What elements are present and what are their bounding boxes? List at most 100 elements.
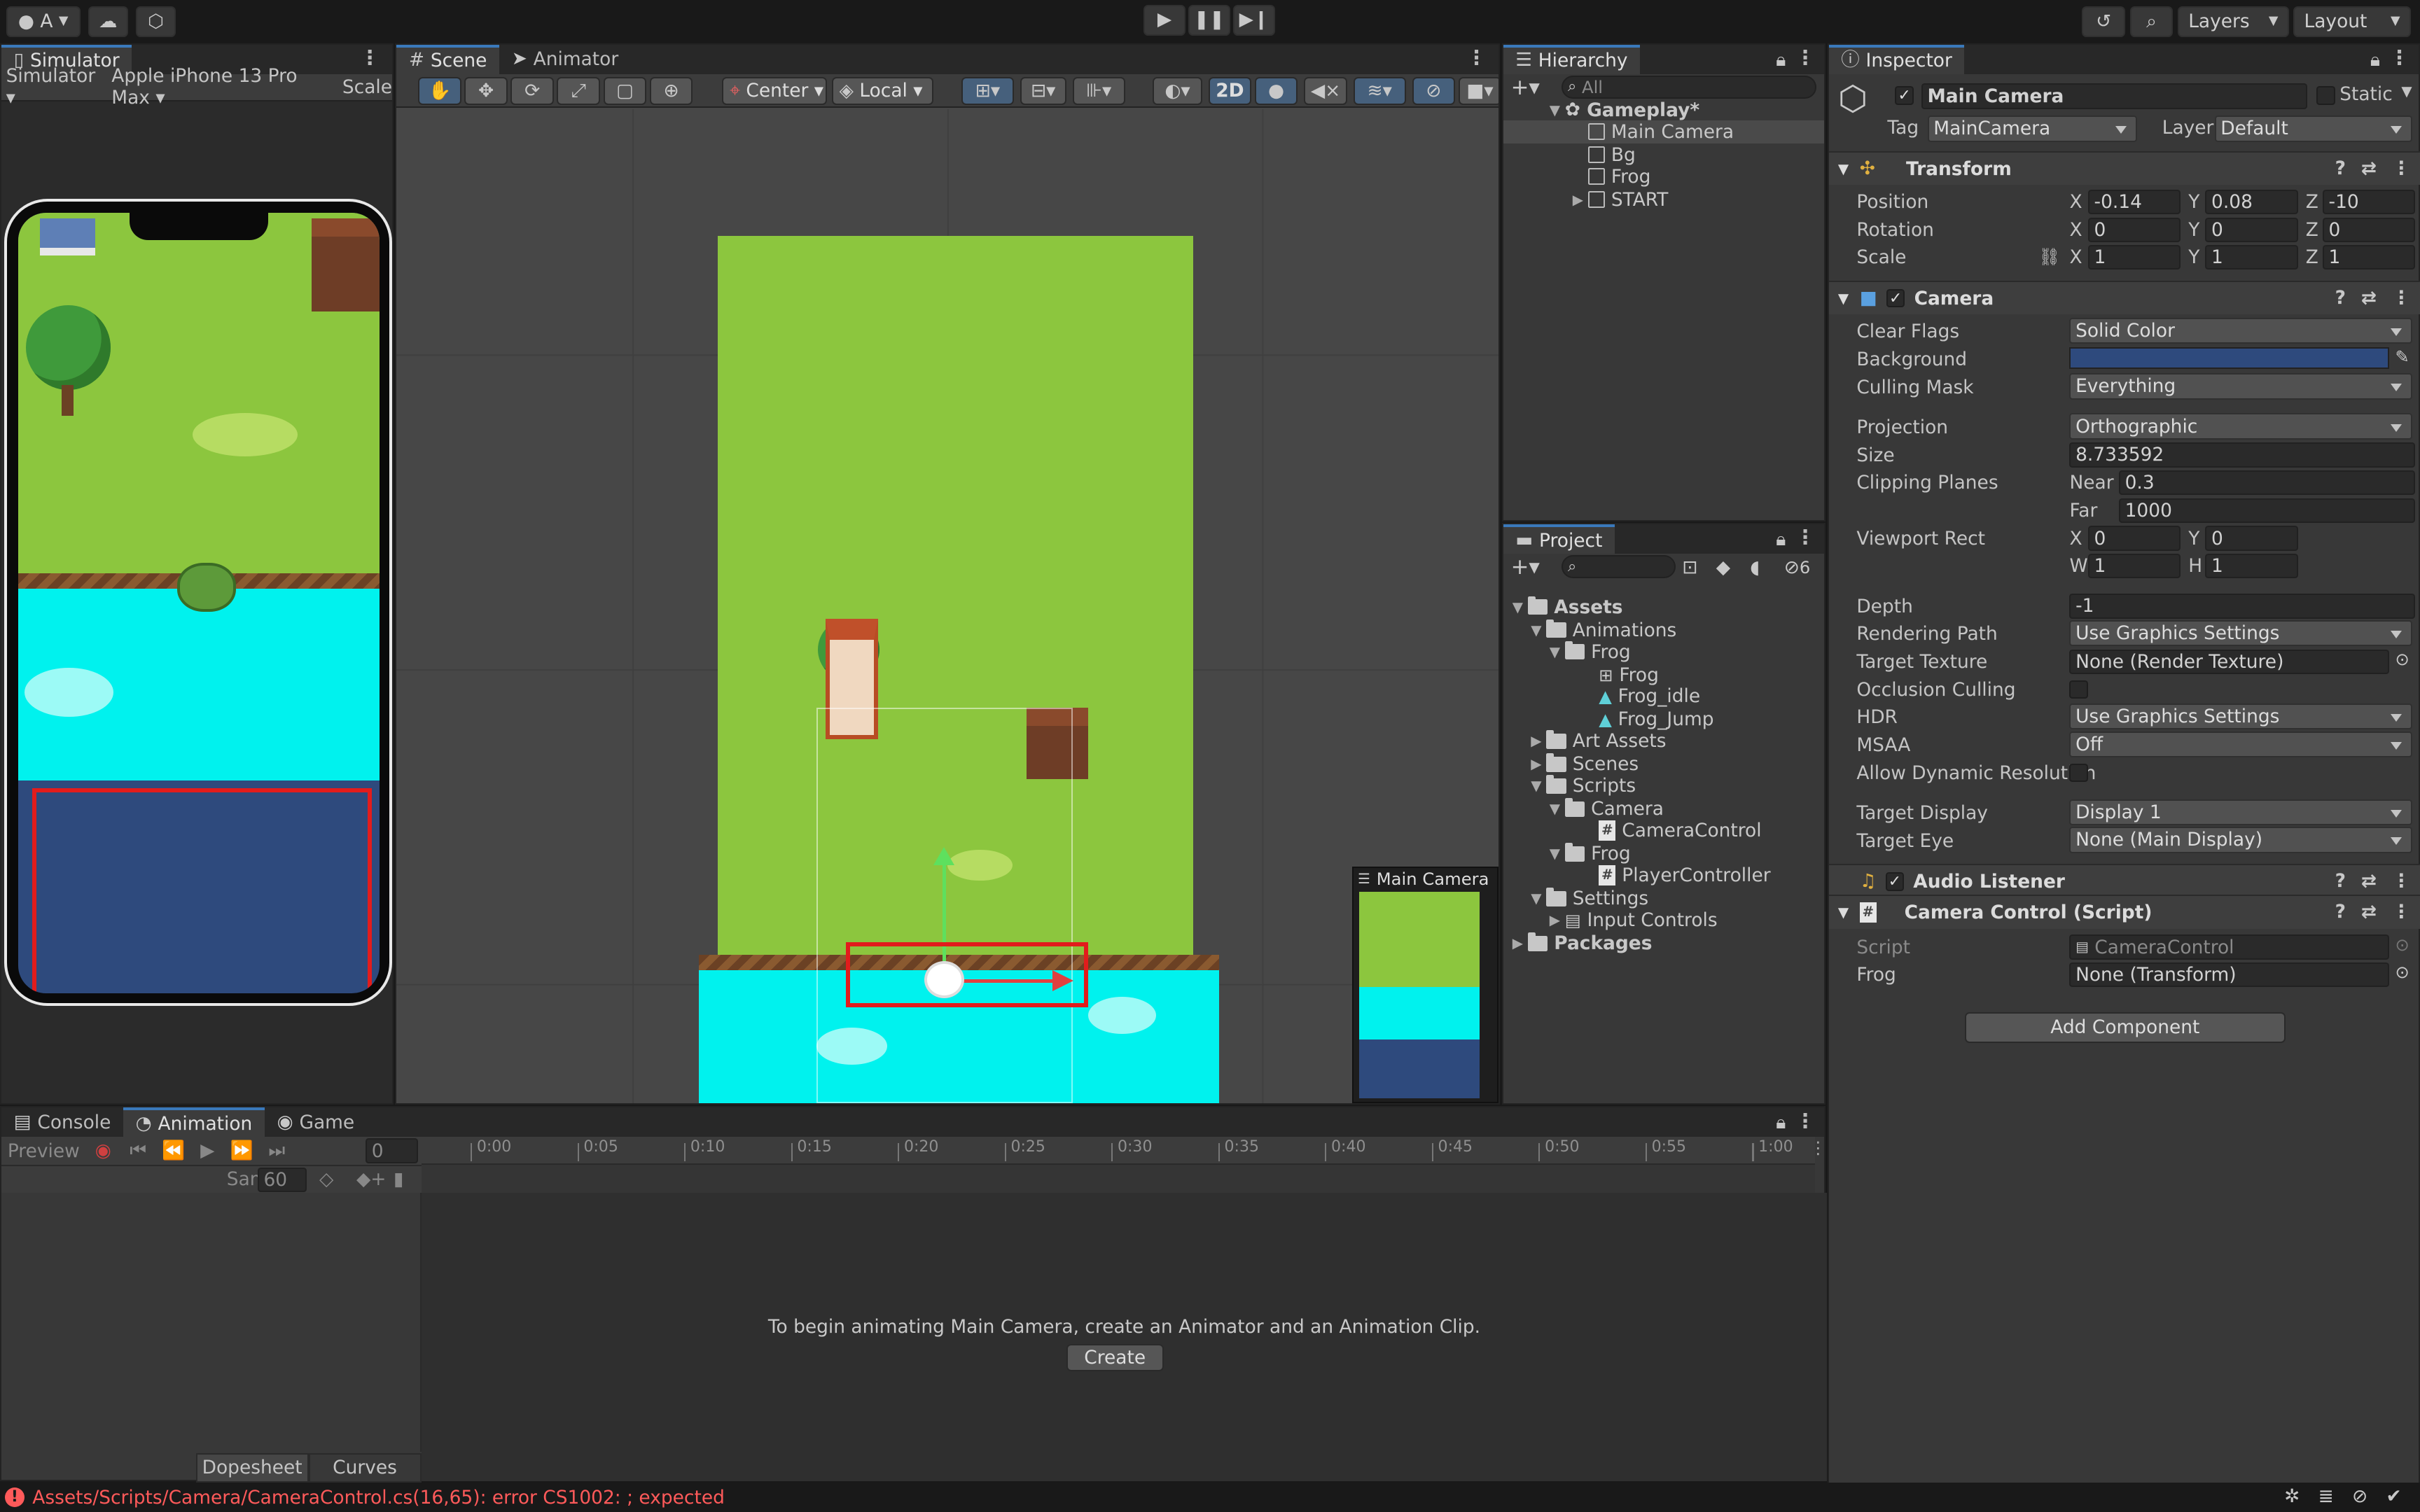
static-checkbox[interactable] bbox=[2316, 86, 2335, 105]
debug-icon[interactable]: ✲ bbox=[2284, 1487, 2300, 1506]
target-display-dropdown[interactable]: Display 1 bbox=[2069, 799, 2412, 825]
expand-arrow-icon[interactable]: ▼ bbox=[1531, 778, 1546, 794]
layers-dropdown[interactable]: Layers ▼ bbox=[2177, 6, 2289, 37]
camera-component-header[interactable]: ▼ ■ ✓ Camera ? ⇄ ⋮ bbox=[1828, 280, 2420, 315]
preset-icon[interactable]: ⇄ bbox=[2361, 159, 2377, 178]
hierarchy-item-bg[interactable]: Bg bbox=[1587, 144, 1636, 167]
expand-arrow-icon[interactable]: ▶ bbox=[1531, 733, 1546, 749]
kebab-menu-icon[interactable]: ⋮ bbox=[360, 46, 380, 69]
camera-enabled-checkbox[interactable]: ✓ bbox=[1886, 288, 1905, 308]
hierarchy-item-frog[interactable]: Frog bbox=[1587, 165, 1650, 188]
scale-y-field[interactable]: 1 bbox=[2205, 245, 2298, 270]
rendering-path-dropdown[interactable]: Use Graphics Settings bbox=[2069, 620, 2412, 647]
dopesheet-tab[interactable]: Dopesheet bbox=[195, 1453, 309, 1483]
clear-flags-dropdown[interactable]: Solid Color bbox=[2069, 317, 2412, 344]
lock-icon[interactable]: 🔒︎ bbox=[2370, 50, 2380, 69]
expand-arrow-icon[interactable]: ▼ bbox=[1512, 599, 1528, 615]
timeline-ruler[interactable]: 0:00 0:05 0:10 0:15 0:20 0:25 0:30 0:35 0:40 0:45… bbox=[421, 1137, 1815, 1165]
help-icon[interactable]: ? bbox=[2335, 288, 2346, 307]
simulator-mode-dropdown[interactable]: Simulator ▾ bbox=[6, 65, 99, 108]
audio-toggle-button[interactable]: ◀× bbox=[1304, 76, 1347, 105]
target-eye-dropdown[interactable]: None (Main Display) bbox=[2069, 827, 2412, 853]
frog-transform-field[interactable]: None (Transform) bbox=[2069, 962, 2389, 988]
eyedropper-icon[interactable]: ✎ bbox=[2395, 348, 2409, 365]
project-item-packages[interactable]: ▶ Packages bbox=[1512, 932, 1653, 955]
curves-tab[interactable]: Curves bbox=[308, 1453, 422, 1483]
step-button[interactable]: ▶❙ bbox=[1233, 4, 1275, 36]
collab-button[interactable]: ⬡ bbox=[135, 6, 176, 37]
transform-header[interactable]: ▼ ✣ Transform ? ⇄ ⋮ bbox=[1828, 150, 2420, 186]
object-picker-icon[interactable]: ⊙ bbox=[2395, 964, 2409, 981]
rotation-z-field[interactable]: 0 bbox=[2322, 217, 2416, 242]
position-z-field[interactable]: -10 bbox=[2322, 189, 2416, 215]
project-item-frog[interactable]: ▼ Frog bbox=[1550, 640, 1631, 663]
play-button[interactable]: ▶ bbox=[1143, 4, 1185, 36]
far-field[interactable]: 1000 bbox=[2119, 498, 2416, 523]
viewport-h-field[interactable]: 1 bbox=[2205, 554, 2298, 579]
scene-viewport[interactable]: ☰ Main Camera bbox=[396, 109, 1499, 1104]
add-event-icon[interactable]: ▮ bbox=[394, 1170, 404, 1189]
kebab-menu-icon[interactable]: ⋮ bbox=[2392, 872, 2410, 890]
project-item-frog[interactable]: ▼ Frog bbox=[1550, 842, 1631, 865]
kebab-menu-icon[interactable]: ⋮ bbox=[1795, 46, 1816, 69]
project-item-camera[interactable]: ▼ Camera bbox=[1550, 797, 1664, 820]
project-item-settings[interactable]: ▼ Settings bbox=[1531, 887, 1648, 910]
frame-field[interactable]: 0 bbox=[366, 1138, 419, 1163]
project-item-frog[interactable]: ⊞ Frog bbox=[1583, 664, 1659, 687]
project-item-playercontroller[interactable]: # PlayerController bbox=[1583, 864, 1771, 887]
expand-arrow-icon[interactable]: ▼ bbox=[1838, 161, 1854, 177]
hidden-packages-icon[interactable]: ⊘ 6 bbox=[1784, 558, 1811, 577]
device-screen[interactable] bbox=[18, 212, 380, 993]
expand-arrow-icon[interactable]: ▼ bbox=[1550, 801, 1565, 817]
tab-inspector[interactable]: ⓘ Inspector bbox=[1828, 44, 1965, 74]
expand-arrow-icon[interactable]: ▼ bbox=[1550, 102, 1565, 118]
help-icon[interactable]: ? bbox=[2335, 872, 2346, 890]
cloud-button[interactable]: ☁ bbox=[88, 6, 128, 37]
add-icon[interactable]: +▾ bbox=[1511, 77, 1540, 99]
layer-dropdown[interactable]: Default bbox=[2214, 115, 2412, 142]
project-item-scripts[interactable]: ▼ Scripts bbox=[1531, 774, 1636, 797]
tab-animation[interactable]: ◔ Animation bbox=[123, 1107, 265, 1138]
scale-label[interactable]: Scale bbox=[342, 76, 392, 98]
kebab-menu-icon[interactable]: ⋮ bbox=[2392, 902, 2410, 921]
help-icon[interactable]: ? bbox=[2335, 902, 2346, 921]
project-search-input[interactable]: ⌕ bbox=[1562, 555, 1676, 579]
kebab-menu-icon[interactable]: ⋮ bbox=[1809, 1137, 1826, 1158]
scale-z-field[interactable]: 1 bbox=[2322, 245, 2416, 270]
preset-icon[interactable]: ⇄ bbox=[2361, 872, 2377, 890]
size-field[interactable]: 8.733592 bbox=[2069, 442, 2416, 468]
last-key-icon[interactable]: ⏭ bbox=[268, 1141, 285, 1160]
search-by-type-icon[interactable]: ⊡ bbox=[1682, 558, 1697, 577]
scene-camera-button[interactable]: ■▾ bbox=[1458, 76, 1499, 105]
preset-icon[interactable]: ⇄ bbox=[2361, 902, 2377, 921]
target-texture-field[interactable]: None (Render Texture) bbox=[2069, 649, 2389, 674]
expand-arrow-icon[interactable]: ▶ bbox=[1512, 935, 1528, 951]
object-name-field[interactable]: Main Camera bbox=[1921, 83, 2307, 110]
tab-hierarchy[interactable]: ☰ Hierarchy bbox=[1503, 44, 1641, 74]
expand-arrow-icon[interactable]: ▼ bbox=[1838, 290, 1854, 307]
progress-icon[interactable]: ≣ bbox=[2318, 1487, 2334, 1506]
viewport-w-field[interactable]: 1 bbox=[2087, 554, 2181, 579]
add-keyframe-icon[interactable]: ◆+ bbox=[356, 1170, 386, 1189]
preview-toggle[interactable]: Preview bbox=[8, 1140, 80, 1162]
project-item-scenes[interactable]: ▶ Scenes bbox=[1531, 752, 1639, 776]
position-y-field[interactable]: 0.08 bbox=[2205, 189, 2298, 215]
project-item-frog-idle[interactable]: ▲ Frog_idle bbox=[1583, 685, 1700, 708]
active-checkbox[interactable]: ✓ bbox=[1895, 86, 1914, 105]
object-picker-icon[interactable]: ⊙ bbox=[2395, 650, 2409, 668]
layout-dropdown[interactable]: Layout ▼ bbox=[2293, 6, 2411, 37]
add-icon[interactable]: +▾ bbox=[1511, 556, 1540, 578]
project-item-art-assets[interactable]: ▶ Art Assets bbox=[1531, 729, 1666, 752]
lock-icon[interactable]: 🔒︎ bbox=[1776, 530, 1786, 549]
near-field[interactable]: 0.3 bbox=[2119, 470, 2416, 496]
expand-arrow-icon[interactable]: ▼ bbox=[1531, 890, 1546, 906]
scale-tool-button[interactable]: ⤢ bbox=[557, 76, 601, 105]
expand-arrow-icon[interactable]: ▼ bbox=[1838, 904, 1854, 920]
account-dropdown[interactable]: ● A ▼ bbox=[6, 6, 81, 37]
project-item-input-controls[interactable]: ▶ ▤ Input Controls bbox=[1550, 909, 1718, 932]
constrain-proportions-icon[interactable]: ⛓ bbox=[2038, 248, 2060, 265]
kebab-menu-icon[interactable]: ⋮ bbox=[1795, 1109, 1816, 1133]
expand-arrow-icon[interactable]: ▼ bbox=[1550, 846, 1565, 862]
project-item-assets[interactable]: ▼ Assets bbox=[1512, 596, 1623, 619]
tab-game[interactable]: ◉ Game bbox=[265, 1107, 367, 1137]
